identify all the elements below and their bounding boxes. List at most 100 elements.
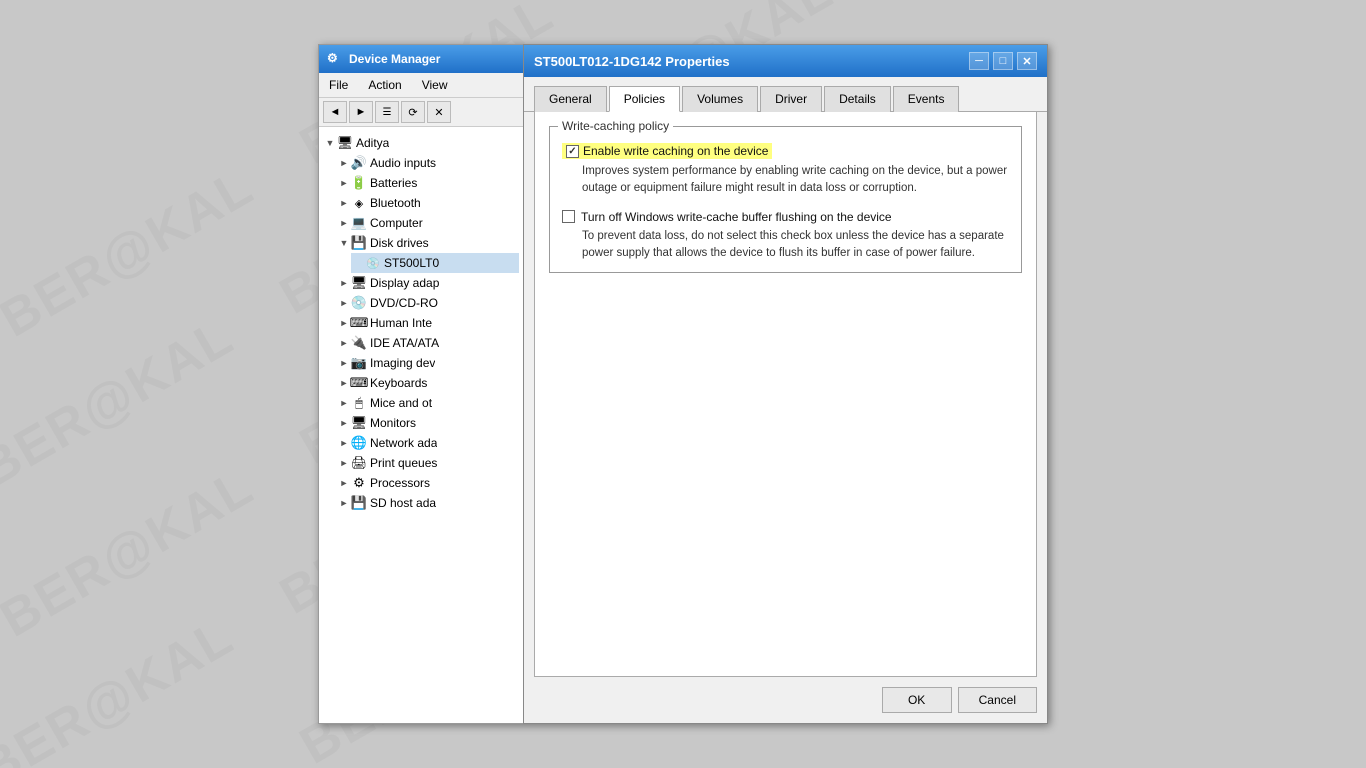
option2-container: Turn off Windows write-cache buffer flus… xyxy=(562,210,1009,263)
network-label: Network ada xyxy=(370,436,437,450)
tree-item-sdhost[interactable]: ► 💾 SD host ada xyxy=(337,493,519,513)
uninstall-button[interactable]: ✕ xyxy=(427,101,451,123)
device-manager-icon: ⚙ xyxy=(327,51,343,67)
tree-item-computer[interactable]: ► 💻 Computer xyxy=(337,213,519,233)
keyboards-icon: ⌨ xyxy=(351,375,367,391)
tree-item-audio[interactable]: ► 🔊 Audio inputs xyxy=(337,153,519,173)
network-icon: 🌐 xyxy=(351,435,367,451)
maximize-button[interactable]: □ xyxy=(993,52,1013,70)
tree-item-dvd[interactable]: ► 💿 DVD/CD-RO xyxy=(337,293,519,313)
tree-item-monitors[interactable]: ► 🖥 Monitors xyxy=(337,413,519,433)
option1-checkbox-wrapper: Enable write caching on the device xyxy=(562,143,1009,159)
tab-volumes[interactable]: Volumes xyxy=(682,86,758,112)
display-label: Display adap xyxy=(370,276,439,290)
keyboards-label: Keyboards xyxy=(370,376,427,390)
disk-label: Disk drives xyxy=(370,236,429,250)
policies-content: Write-caching policy Enable write cachin… xyxy=(534,112,1037,677)
menu-file[interactable]: File xyxy=(325,76,352,94)
properties-title: ST500LT012-1DG142 Properties xyxy=(534,54,730,69)
titlebar-controls: ─ □ ✕ xyxy=(969,52,1037,70)
expand-arrow-monitors: ► xyxy=(337,416,351,430)
close-button[interactable]: ✕ xyxy=(1017,52,1037,70)
tree-item-print[interactable]: ► 🖨 Print queues xyxy=(337,453,519,473)
computer-icon: 🖥 xyxy=(337,135,353,151)
monitors-label: Monitors xyxy=(370,416,416,430)
dialog-footer: OK Cancel xyxy=(524,677,1047,723)
display-icon: 🖥 xyxy=(351,275,367,291)
option2-description: To prevent data loss, do not select this… xyxy=(582,228,1009,263)
back-button[interactable]: ◄ xyxy=(323,101,347,123)
expand-arrow-ide: ► xyxy=(337,336,351,350)
main-window: ⚙ Device Manager File Action View ◄ ► ☰ … xyxy=(318,44,1048,724)
forward-button[interactable]: ► xyxy=(349,101,373,123)
properties-button[interactable]: ☰ xyxy=(375,101,399,123)
imaging-label: Imaging dev xyxy=(370,356,435,370)
option1-highlight: Enable write caching on the device xyxy=(562,143,772,159)
disk-icon: 💾 xyxy=(351,235,367,251)
tree-item-diskdrives[interactable]: ▼ 💾 Disk drives xyxy=(337,233,519,253)
turn-off-flushing-checkbox[interactable] xyxy=(562,210,575,223)
ide-icon: 🔌 xyxy=(351,335,367,351)
menu-action[interactable]: Action xyxy=(364,76,405,94)
toolbar: ◄ ► ☰ ⟳ ✕ xyxy=(319,98,523,127)
tree-item-network[interactable]: ► 🌐 Network ada xyxy=(337,433,519,453)
monitors-icon: 🖥 xyxy=(351,415,367,431)
tree-item-imaging[interactable]: ► 📷 Imaging dev xyxy=(337,353,519,373)
expand-arrow-audio: ► xyxy=(337,156,351,170)
audio-icon: 🔊 xyxy=(351,155,367,171)
section-label: Write-caching policy xyxy=(558,119,673,133)
dvd-label: DVD/CD-RO xyxy=(370,296,438,310)
batteries-label: Batteries xyxy=(370,176,417,190)
menu-bar: File Action View xyxy=(319,73,523,98)
tree-item-human[interactable]: ► ⌨ Human Inte xyxy=(337,313,519,333)
tree-root: ▼ 🖥 Aditya ► 🔊 Audio inputs ► 🔋 xyxy=(319,131,523,515)
minimize-button[interactable]: ─ xyxy=(969,52,989,70)
option1-description: Improves system performance by enabling … xyxy=(582,163,1009,198)
tree-item-processors[interactable]: ► ⚙ Processors xyxy=(337,473,519,493)
tree-item-batteries[interactable]: ► 🔋 Batteries xyxy=(337,173,519,193)
tree-item-st500[interactable]: 💿 ST500LT0 xyxy=(351,253,519,273)
properties-dialog: ST500LT012-1DG142 Properties ─ □ ✕ Gener… xyxy=(523,44,1048,724)
st500-label: ST500LT0 xyxy=(384,256,439,270)
tab-bar: General Policies Volumes Driver Details … xyxy=(524,77,1047,112)
print-label: Print queues xyxy=(370,456,437,470)
disk-children: 💿 ST500LT0 xyxy=(337,253,519,273)
tree-item-ide[interactable]: ► 🔌 IDE ATA/ATA xyxy=(337,333,519,353)
tree-root-item[interactable]: ▼ 🖥 Aditya xyxy=(323,133,519,153)
tree-item-bluetooth[interactable]: ► ◈ Bluetooth xyxy=(337,193,519,213)
update-button[interactable]: ⟳ xyxy=(401,101,425,123)
bluetooth-label: Bluetooth xyxy=(370,196,421,210)
tab-details[interactable]: Details xyxy=(824,86,891,112)
tree-item-keyboards[interactable]: ► ⌨ Keyboards xyxy=(337,373,519,393)
option1-container: Enable write caching on the device Impro… xyxy=(562,143,1009,198)
bluetooth-icon: ◈ xyxy=(351,195,367,211)
ok-button[interactable]: OK xyxy=(882,687,952,713)
expand-arrow-processors: ► xyxy=(337,476,351,490)
expand-arrow-disk: ▼ xyxy=(337,236,351,250)
expand-arrow-print: ► xyxy=(337,456,351,470)
tab-events[interactable]: Events xyxy=(893,86,960,112)
tab-driver[interactable]: Driver xyxy=(760,86,822,112)
device-manager-panel: ⚙ Device Manager File Action View ◄ ► ☰ … xyxy=(318,44,523,724)
expand-arrow-root: ▼ xyxy=(323,136,337,150)
tab-general[interactable]: General xyxy=(534,86,607,112)
tree-item-mice[interactable]: ► 🖱 Mice and ot xyxy=(337,393,519,413)
properties-titlebar: ST500LT012-1DG142 Properties ─ □ ✕ xyxy=(524,45,1047,77)
dvd-icon: 💿 xyxy=(351,295,367,311)
tab-policies[interactable]: Policies xyxy=(609,86,680,112)
tree-item-display[interactable]: ► 🖥 Display adap xyxy=(337,273,519,293)
expand-arrow-st500 xyxy=(351,256,365,270)
menu-view[interactable]: View xyxy=(418,76,452,94)
st500-icon: 💿 xyxy=(365,255,381,271)
cancel-button[interactable]: Cancel xyxy=(958,687,1037,713)
human-icon: ⌨ xyxy=(351,315,367,331)
expand-arrow-bluetooth: ► xyxy=(337,196,351,210)
ide-label: IDE ATA/ATA xyxy=(370,336,439,350)
expand-arrow-display: ► xyxy=(337,276,351,290)
sdhost-icon: 💾 xyxy=(351,495,367,511)
option2-label: Turn off Windows write-cache buffer flus… xyxy=(581,210,892,224)
processors-label: Processors xyxy=(370,476,430,490)
batteries-icon: 🔋 xyxy=(351,175,367,191)
enable-write-caching-checkbox[interactable] xyxy=(566,145,579,158)
device-tree: ▼ 🖥 Aditya ► 🔊 Audio inputs ► 🔋 xyxy=(319,127,523,723)
